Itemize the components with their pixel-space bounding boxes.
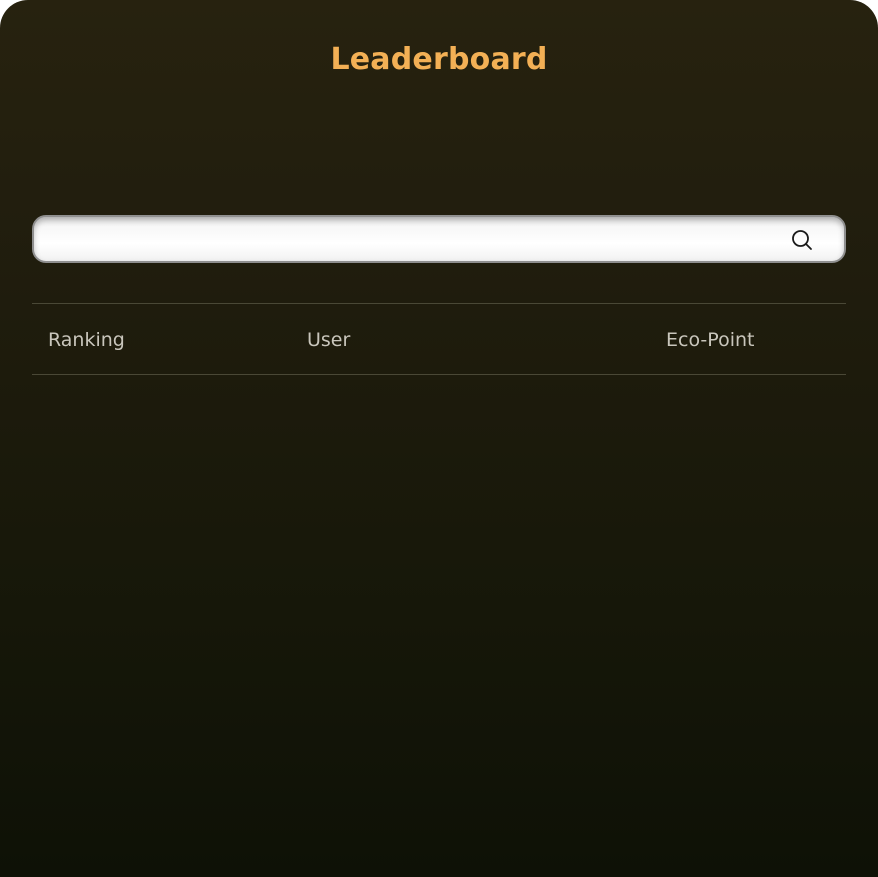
column-header-eco-point[interactable]: Eco-Point — [666, 328, 754, 352]
column-header-user[interactable]: User — [307, 328, 350, 352]
column-header-ranking[interactable]: Ranking — [48, 328, 125, 352]
page-title: Leaderboard — [330, 42, 548, 77]
leaderboard-panel: Leaderboard Ranking User Eco-Point — [0, 0, 878, 877]
search-icon[interactable] — [790, 228, 814, 252]
search-input[interactable] — [50, 217, 770, 261]
table-header: Ranking User Eco-Point — [32, 303, 846, 375]
search-bar[interactable] — [32, 215, 846, 263]
